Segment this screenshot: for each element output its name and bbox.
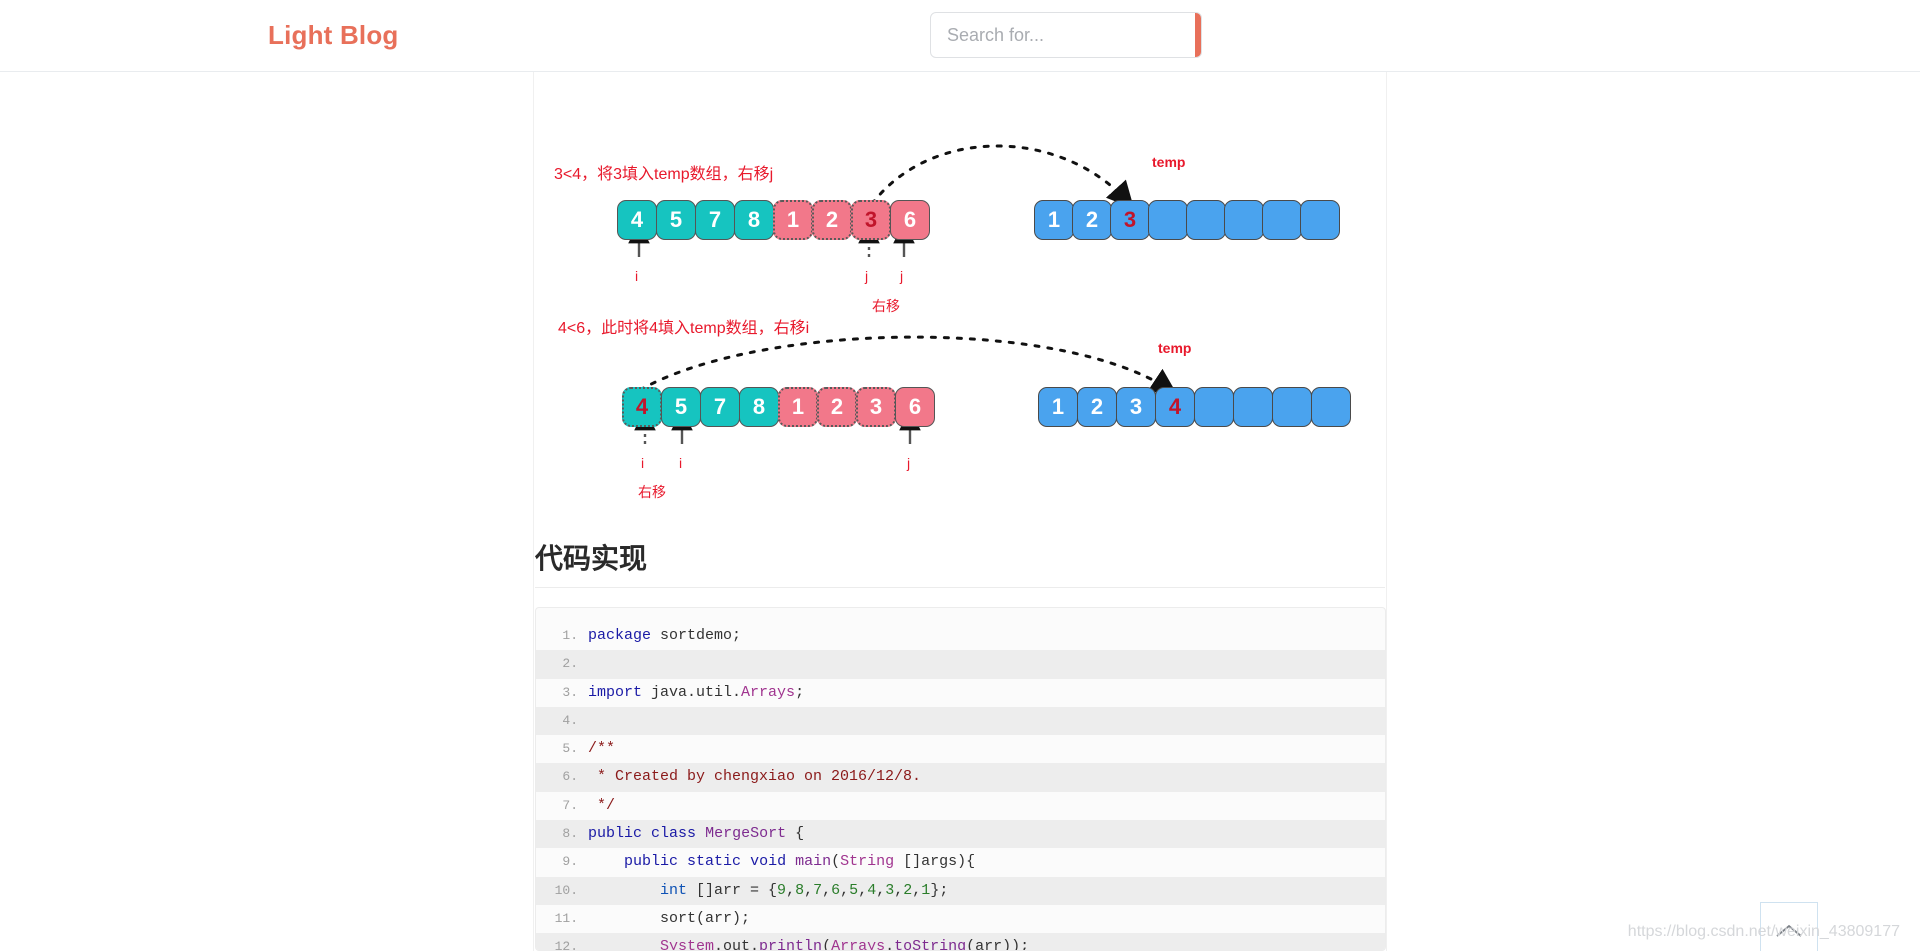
code-line [536,650,1385,679]
search-box [930,12,1202,58]
code-line: package sortdemo; [536,622,742,651]
section-divider [535,587,1385,588]
code-line: public class MergeSort { [536,820,1385,849]
section-title: 代码实现 [535,543,648,574]
code-line [536,706,1385,735]
site-header: Light Blog Home About [0,0,1920,72]
code-line: */ [536,792,616,821]
site-brand[interactable]: Light Blog [268,20,399,51]
code-lines: package sortdemo; import java.util.Array… [536,622,1385,950]
code-line: System.out.println(Arrays.toString(arr))… [536,933,1385,950]
search-button[interactable] [1195,13,1202,57]
code-line: sort(arr); [536,905,751,934]
page-body: 3<4，将3填入temp数组，右移j 4 5 7 8 1 2 3 6 temp … [0,72,1920,951]
code-line: /** [536,735,616,764]
section-heading: 代码实现 [535,537,1385,588]
code-block[interactable]: package sortdemo; import java.util.Array… [535,607,1386,951]
code-line: import java.util.Arrays; [536,679,805,708]
code-line: int []arr = {9,8,7,6,5,4,3,2,1}; [536,876,1385,905]
search-icon [1201,25,1202,45]
watermark: https://blog.csdn.net/weixin_43809177 [1627,923,1900,940]
code-line: * Created by chengxiao on 2016/12/8. [536,763,1385,792]
code-line: public static void main(String []args){ [536,848,976,877]
search-input[interactable] [931,13,1195,57]
